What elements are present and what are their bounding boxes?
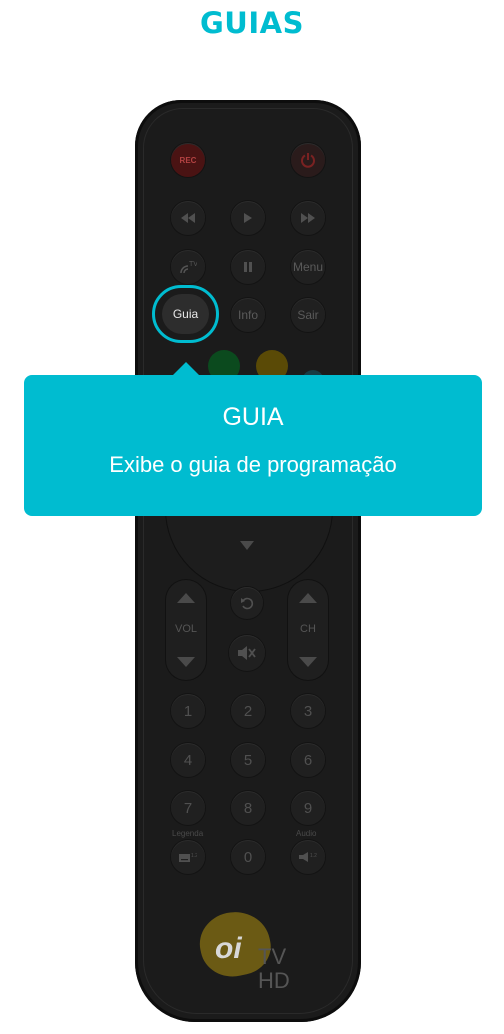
number-button-5[interactable]: 5: [231, 743, 265, 777]
rewind-button[interactable]: [171, 201, 205, 235]
power-icon: [300, 152, 316, 168]
logo-hd-text: HD: [258, 968, 290, 993]
guia-button[interactable]: Guia: [162, 294, 209, 334]
tooltip-pointer: [172, 362, 200, 376]
number-button-6[interactable]: 6: [291, 743, 325, 777]
volume-down-icon[interactable]: [177, 657, 195, 667]
back-icon: [240, 596, 254, 610]
oi-logo-text: oi: [215, 932, 242, 965]
sair-button[interactable]: Sair: [291, 298, 325, 332]
audio-icon: 1.2: [299, 851, 317, 863]
tooltip-title: GUIA: [222, 403, 284, 431]
info-button[interactable]: Info: [231, 298, 265, 332]
legenda-button[interactable]: 1.2: [171, 840, 205, 874]
tv-button[interactable]: TV: [171, 250, 205, 284]
audio-label: Audio: [296, 829, 317, 838]
subtitles-icon: 1.2: [179, 851, 197, 863]
play-icon: [244, 213, 252, 223]
volume-rocker[interactable]: VOL: [165, 579, 207, 681]
channel-rocker[interactable]: CH: [287, 579, 329, 681]
menu-button[interactable]: Menu: [291, 250, 325, 284]
tooltip-description: Exibe o guia de programação: [109, 452, 397, 477]
dpad-down-button[interactable]: [240, 541, 254, 550]
number-button-2[interactable]: 2: [231, 694, 265, 728]
rewind-icon: [181, 213, 195, 223]
number-button-0[interactable]: 0: [231, 840, 265, 874]
pause-icon: [244, 262, 252, 272]
mute-icon: [238, 646, 256, 660]
logo-tv-text: TV: [258, 944, 287, 969]
fast-forward-button[interactable]: [291, 201, 325, 235]
back-button[interactable]: [231, 587, 263, 619]
tooltip: GUIA Exibe o guia de programação: [24, 375, 482, 516]
rec-button[interactable]: REC: [171, 143, 205, 177]
fast-forward-icon: [301, 213, 315, 223]
legenda-label: Legenda: [172, 829, 204, 838]
svg-text:1.2: 1.2: [191, 853, 197, 859]
number-button-8[interactable]: 8: [231, 791, 265, 825]
volume-label: VOL: [174, 623, 197, 635]
channel-up-icon[interactable]: [299, 593, 317, 603]
audio-button[interactable]: 1.2: [291, 840, 325, 874]
power-button[interactable]: [291, 143, 325, 177]
volume-up-icon[interactable]: [177, 593, 195, 603]
channel-down-icon[interactable]: [299, 657, 317, 667]
tv-antenna-icon: TV: [179, 259, 197, 275]
number-button-7[interactable]: 7: [171, 791, 205, 825]
svg-text:TV: TV: [189, 261, 197, 268]
mute-button[interactable]: [229, 635, 265, 671]
svg-text:1.2: 1.2: [310, 853, 317, 859]
number-button-4[interactable]: 4: [171, 743, 205, 777]
page-title: GUIAS: [200, 6, 304, 40]
number-button-3[interactable]: 3: [291, 694, 325, 728]
channel-label: CH: [300, 623, 316, 635]
number-button-9[interactable]: 9: [291, 791, 325, 825]
play-button[interactable]: [231, 201, 265, 235]
number-button-1[interactable]: 1: [171, 694, 205, 728]
pause-button[interactable]: [231, 250, 265, 284]
